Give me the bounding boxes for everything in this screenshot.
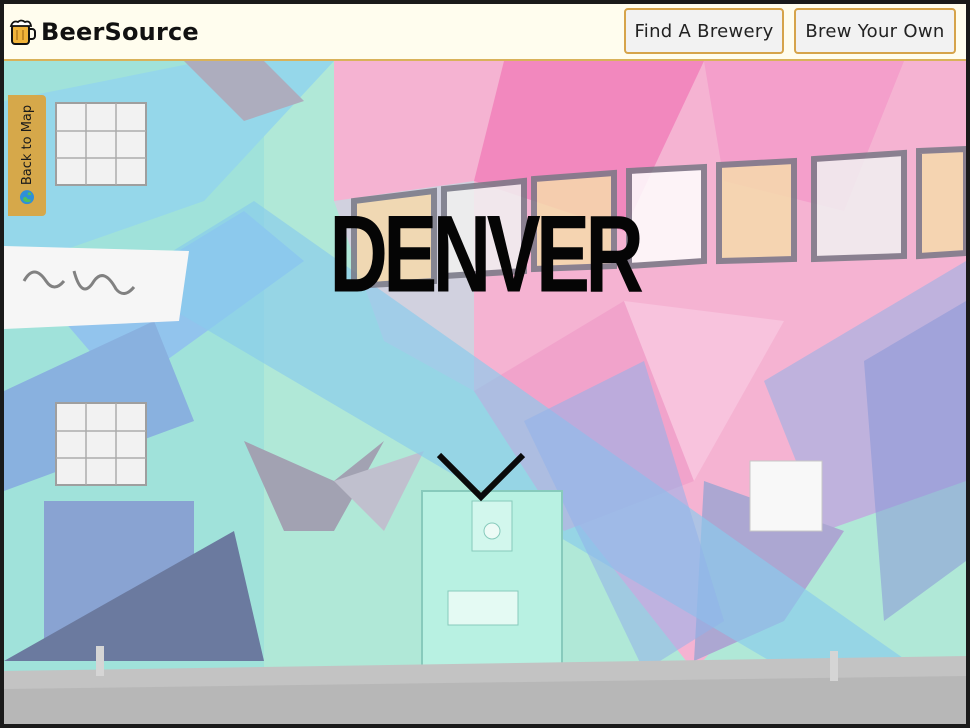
browser-viewport: BeerSource Find A Brewery Brew Your Own [0, 0, 970, 728]
back-to-map-tab[interactable]: Back to Map [8, 95, 46, 216]
chevron-down-icon[interactable] [435, 451, 527, 507]
back-to-map-label: Back to Map [19, 104, 35, 186]
find-brewery-button[interactable]: Find A Brewery [624, 8, 784, 54]
beer-mug-icon [9, 19, 36, 45]
brew-your-own-button[interactable]: Brew Your Own [794, 8, 956, 54]
mural-background-image [4, 61, 966, 724]
brand-logo[interactable]: BeerSource [8, 14, 199, 50]
hero-section: DENVER [4, 61, 966, 724]
city-title: DENVER [329, 194, 644, 316]
globe-icon [20, 190, 34, 205]
brand-name: BeerSource [41, 18, 199, 46]
top-nav-bar: BeerSource Find A Brewery Brew Your Own [4, 4, 966, 61]
